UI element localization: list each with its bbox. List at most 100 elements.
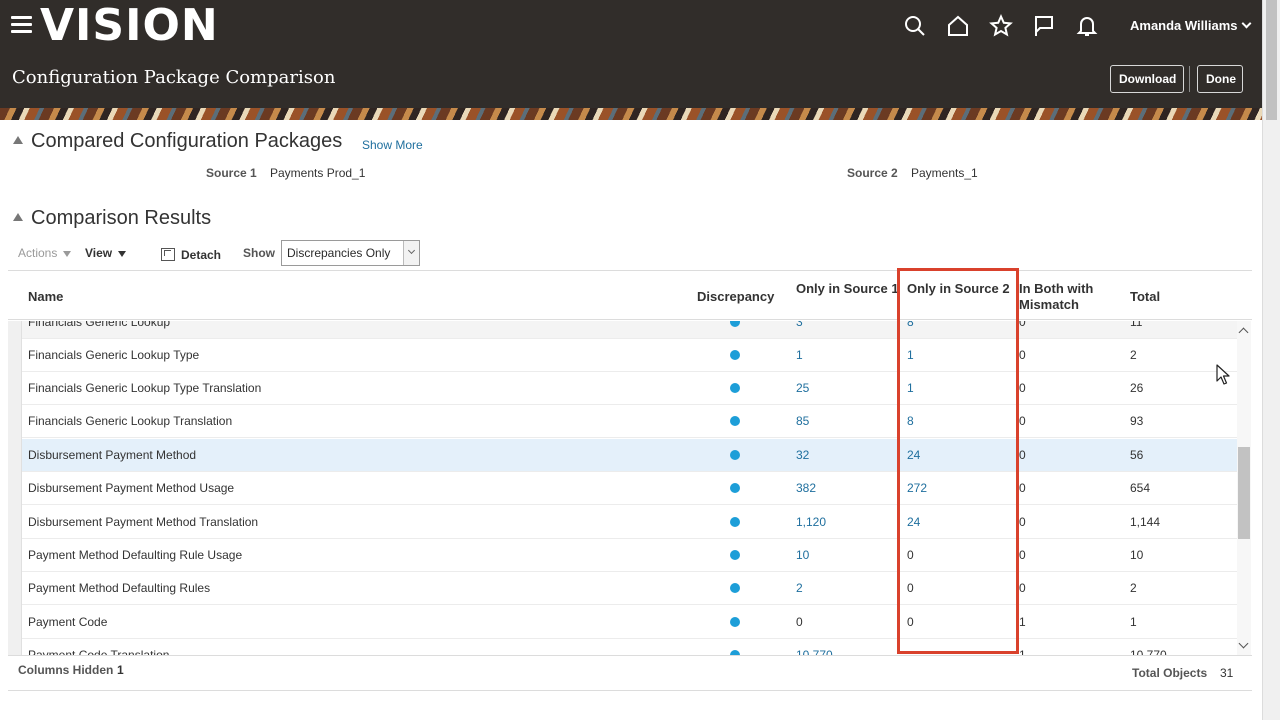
page-scrollbar[interactable] bbox=[1262, 0, 1280, 720]
chevron-down-icon[interactable] bbox=[403, 241, 419, 265]
table-row[interactable]: Payment Code Translation 10,770 1 10,770 bbox=[8, 639, 1237, 655]
total-value: 26 bbox=[1130, 381, 1144, 395]
mismatch-value: 0 bbox=[1019, 515, 1026, 529]
only-source2-value[interactable]: 1 bbox=[907, 381, 914, 395]
search-icon[interactable] bbox=[893, 12, 936, 40]
mismatch-value: 0 bbox=[1019, 581, 1026, 595]
total-value: 10,770 bbox=[1130, 648, 1167, 655]
row-name: Payment Code Translation bbox=[28, 648, 170, 655]
only-source1-value[interactable]: 1,120 bbox=[796, 515, 826, 529]
only-source2-value[interactable]: 1 bbox=[907, 348, 914, 362]
view-menu[interactable]: View bbox=[85, 246, 127, 260]
discrepancy-dot-icon bbox=[730, 550, 740, 560]
comparison-results-header[interactable]: Comparison Results bbox=[13, 207, 211, 230]
show-filter-select[interactable]: Discrepancies Only bbox=[281, 240, 420, 266]
navigator-menu-icon[interactable] bbox=[11, 16, 32, 36]
only-source1-value[interactable]: 3 bbox=[796, 321, 803, 329]
only-source1-value[interactable]: 10 bbox=[796, 548, 809, 562]
caret-down-icon bbox=[63, 251, 72, 257]
actions-label: Actions bbox=[18, 246, 58, 260]
mismatch-value: 0 bbox=[1019, 548, 1026, 562]
row-name: Payment Method Defaulting Rule Usage bbox=[28, 548, 243, 562]
discrepancy-dot-icon bbox=[730, 383, 740, 393]
caret-down-icon bbox=[118, 251, 127, 257]
table-row[interactable]: Financials Generic Lookup Translation 85 8… bbox=[8, 405, 1237, 438]
only-source1-value[interactable]: 32 bbox=[796, 448, 809, 462]
columns-hidden-value[interactable]: 1 bbox=[117, 663, 124, 677]
table-row[interactable]: Payment Method Defaulting Rule Usage 10 0 0… bbox=[8, 539, 1237, 572]
table-row[interactable]: Disbursement Payment Method 32 24 0 56 bbox=[8, 439, 1237, 472]
table-row[interactable]: Financials Generic Lookup Type 1 1 0 2 bbox=[8, 339, 1237, 372]
table-row[interactable]: Financials Generic Lookup 3 8 0 11 bbox=[8, 321, 1237, 339]
only-source1-value[interactable]: 1 bbox=[796, 348, 803, 362]
column-header-only-source1[interactable]: Only in Source 1 bbox=[796, 281, 900, 297]
download-button[interactable]: Download bbox=[1110, 65, 1184, 93]
column-header-discrepancy[interactable]: Discrepancy bbox=[697, 289, 774, 305]
only-source2-value: 0 bbox=[907, 581, 914, 595]
table-row[interactable]: Payment Method Defaulting Rules 2 0 0 2 bbox=[8, 572, 1237, 605]
only-source1-value[interactable]: 10,770 bbox=[796, 648, 833, 655]
row-name: Financials Generic Lookup Translation bbox=[28, 414, 233, 428]
done-button[interactable]: Done bbox=[1197, 65, 1243, 93]
table-scrollbar[interactable] bbox=[1237, 321, 1251, 655]
detach-button[interactable]: Detach bbox=[161, 246, 221, 262]
only-source1-value[interactable]: 2 bbox=[796, 581, 803, 595]
column-header-name[interactable]: Name bbox=[28, 289, 63, 305]
discrepancy-dot-icon bbox=[730, 321, 740, 327]
scroll-down-icon[interactable] bbox=[1238, 638, 1249, 649]
only-source1-value[interactable]: 382 bbox=[796, 481, 816, 495]
collapse-triangle-icon[interactable] bbox=[13, 213, 23, 221]
column-header-total[interactable]: Total bbox=[1130, 289, 1160, 305]
bell-icon[interactable] bbox=[1065, 12, 1108, 40]
scroll-up-icon[interactable] bbox=[1238, 327, 1249, 338]
only-source1-value: 0 bbox=[796, 615, 803, 629]
mismatch-value: 0 bbox=[1019, 321, 1026, 329]
table-row[interactable]: Disbursement Payment Method Translation 1… bbox=[8, 506, 1237, 539]
table-scrollbar-thumb[interactable] bbox=[1238, 447, 1250, 539]
row-name: Disbursement Payment Method Usage bbox=[28, 481, 235, 495]
vision-logo[interactable]: VISION bbox=[40, 0, 219, 52]
chevron-down-icon bbox=[1241, 18, 1251, 29]
mouse-cursor-icon bbox=[1216, 364, 1230, 385]
only-source2-value[interactable]: 24 bbox=[907, 515, 920, 529]
table-row[interactable]: Payment Code 0 0 1 1 bbox=[8, 606, 1237, 639]
star-icon[interactable] bbox=[979, 12, 1022, 40]
row-name: Financials Generic Lookup Type Translati… bbox=[28, 381, 262, 395]
table-footer: Columns Hidden 1 Total Objects 31 bbox=[8, 655, 1252, 691]
actions-menu[interactable]: Actions bbox=[18, 246, 72, 260]
mismatch-value: 1 bbox=[1019, 615, 1026, 629]
only-source2-value[interactable]: 272 bbox=[907, 481, 927, 495]
total-value: 1 bbox=[1130, 615, 1137, 629]
column-header-mismatch[interactable]: In Both with Mismatch bbox=[1019, 281, 1119, 313]
mismatch-value: 0 bbox=[1019, 381, 1026, 395]
flag-icon[interactable] bbox=[1022, 12, 1065, 40]
row-name: Disbursement Payment Method Translation bbox=[28, 515, 259, 529]
only-source1-value[interactable]: 25 bbox=[796, 381, 809, 395]
table-row[interactable]: Disbursement Payment Method Usage 382 272 0… bbox=[8, 472, 1237, 505]
show-more-link[interactable]: Show More bbox=[362, 138, 423, 152]
user-menu[interactable]: Amanda Williams bbox=[1130, 18, 1251, 33]
discrepancy-dot-icon bbox=[730, 450, 740, 460]
only-source2-value[interactable]: 8 bbox=[907, 321, 914, 329]
only-source2-value[interactable]: 24 bbox=[907, 448, 920, 462]
page-scrollbar-thumb[interactable] bbox=[1266, 0, 1277, 120]
mismatch-value: 0 bbox=[1019, 448, 1026, 462]
compared-packages-header[interactable]: Compared Configuration Packages bbox=[13, 130, 342, 153]
total-objects-label: Total Objects bbox=[1132, 666, 1208, 680]
row-selector-gutter[interactable] bbox=[8, 321, 22, 655]
column-header-only-source2[interactable]: Only in Source 2 bbox=[907, 281, 1011, 297]
total-value: 654 bbox=[1130, 481, 1151, 495]
total-objects-value: 31 bbox=[1220, 666, 1234, 680]
only-source2-value[interactable]: 8 bbox=[907, 414, 914, 428]
section-title: Comparison Results bbox=[31, 207, 212, 229]
source2-label: Source 2 bbox=[847, 166, 898, 180]
home-icon[interactable] bbox=[936, 12, 979, 40]
row-name: Payment Code bbox=[28, 615, 108, 629]
only-source2-value: 0 bbox=[907, 615, 914, 629]
view-label: View bbox=[85, 246, 113, 260]
collapse-triangle-icon[interactable] bbox=[13, 136, 23, 144]
only-source1-value[interactable]: 85 bbox=[796, 414, 809, 428]
table-row[interactable]: Financials Generic Lookup Type Translati… bbox=[8, 372, 1237, 405]
source1-value: Payments Prod_1 bbox=[270, 166, 366, 180]
source1-label: Source 1 bbox=[206, 166, 257, 180]
